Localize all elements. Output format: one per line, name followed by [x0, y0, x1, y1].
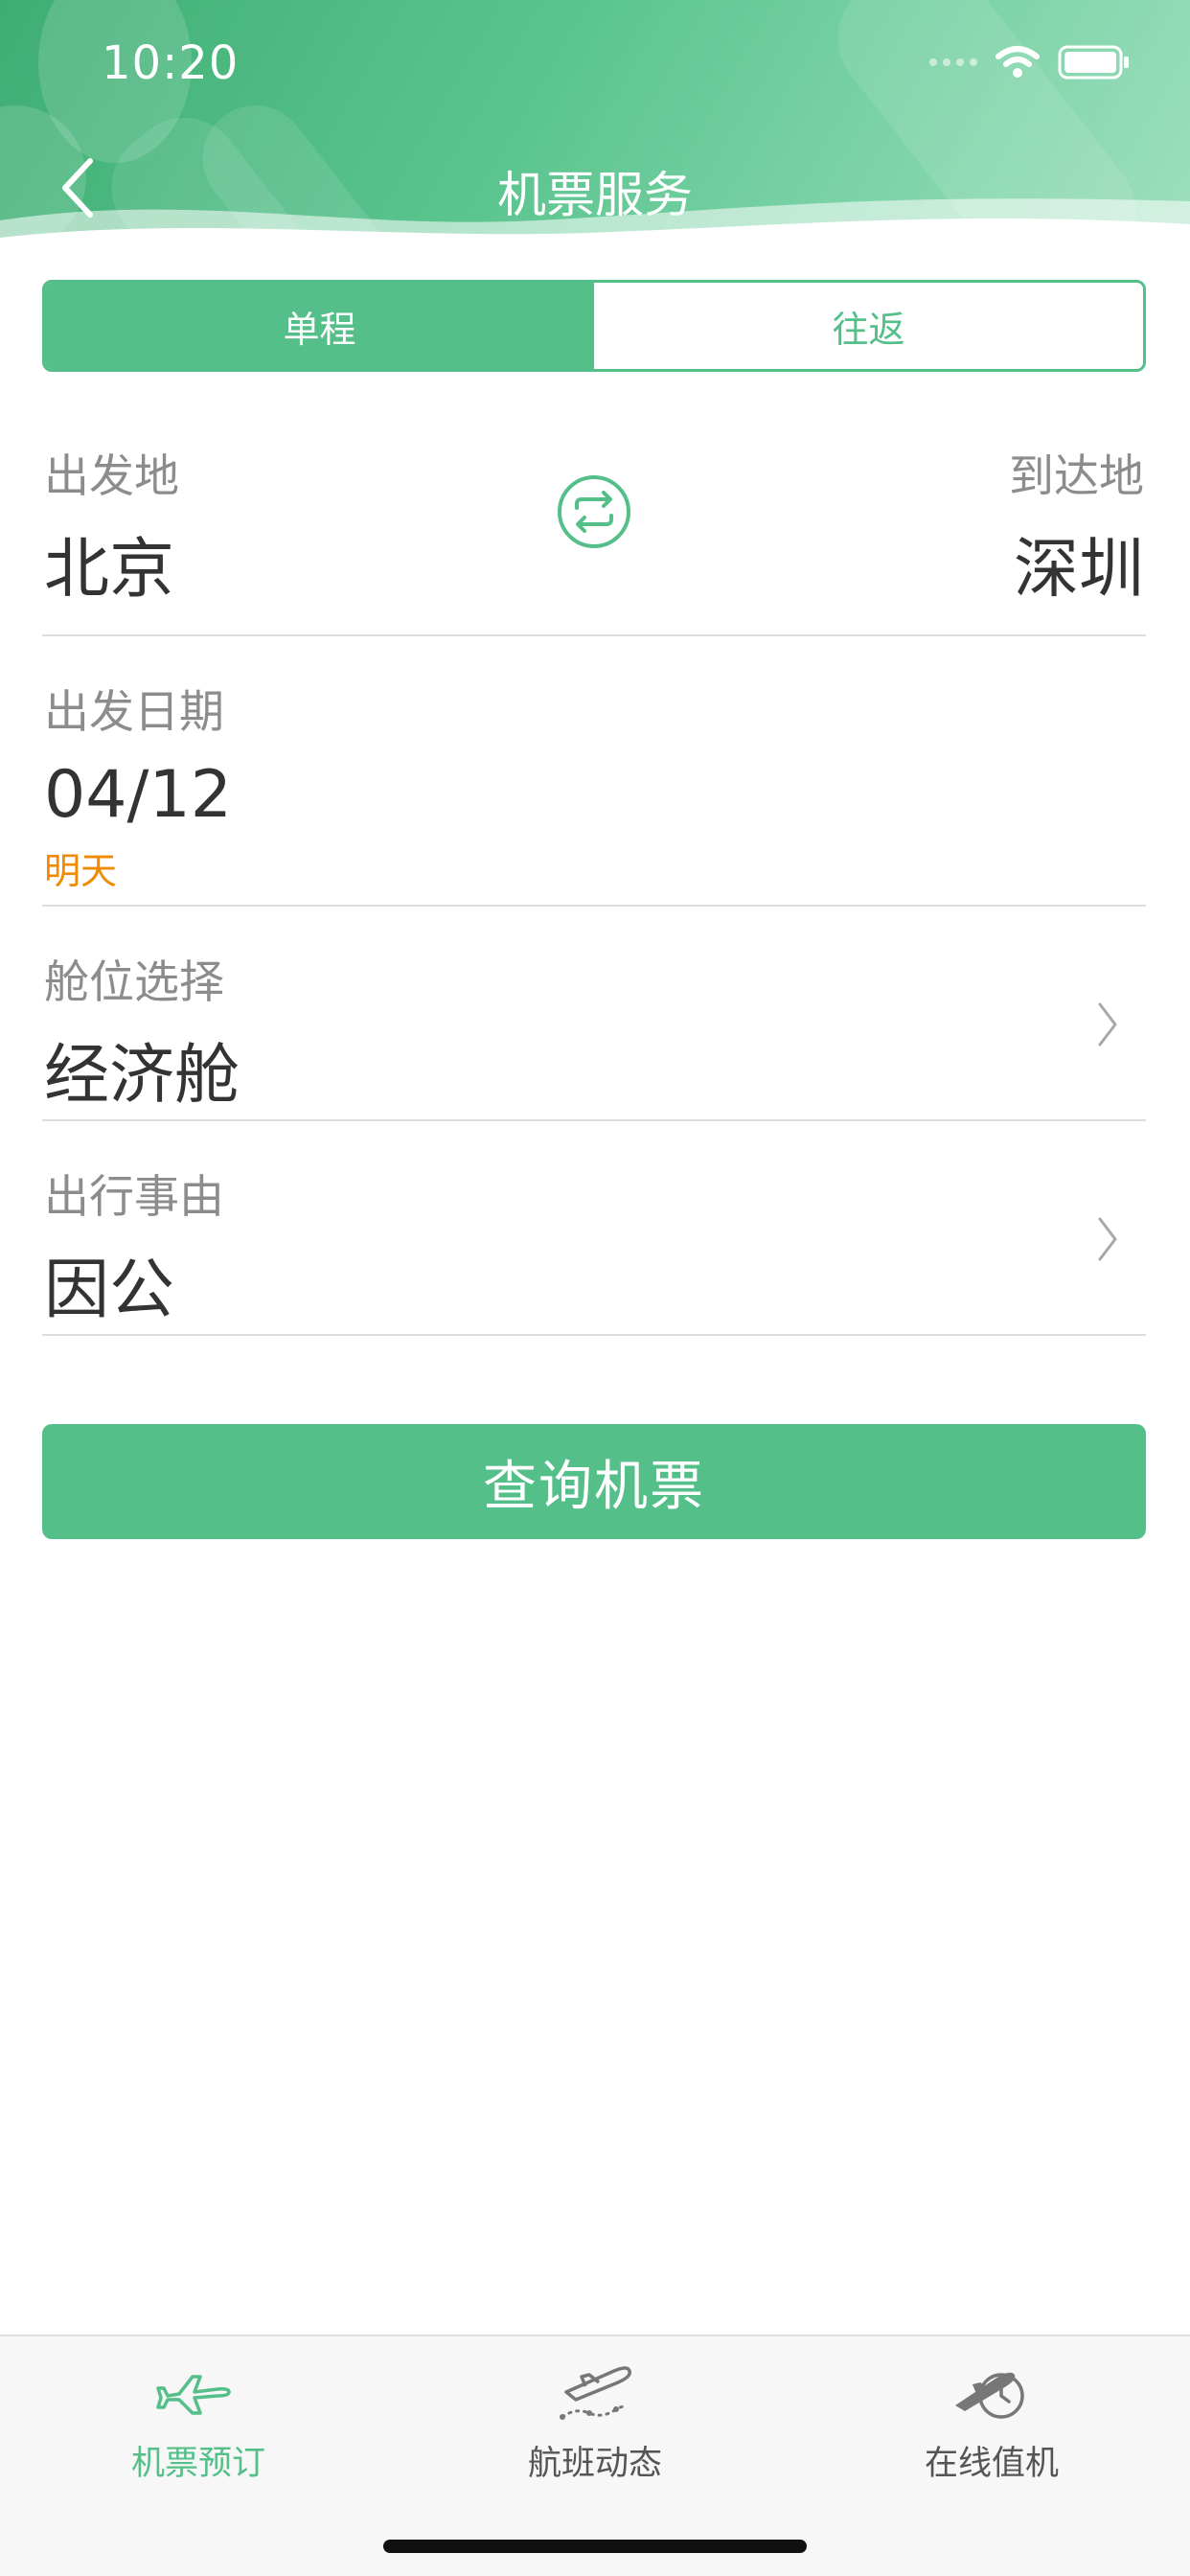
tab-label: 在线值机	[924, 2445, 1059, 2483]
departure-date-row[interactable]: 出发日期 04/12 明天	[42, 636, 1146, 907]
travel-reason-row[interactable]: 出行事由 因公	[42, 1121, 1146, 1336]
departure-date-value: 04/12	[44, 757, 232, 833]
tab-label: 机票预订	[130, 2445, 265, 2483]
trip-type-toggle: 单程 往返	[42, 280, 1146, 372]
status-icons	[929, 44, 1131, 80]
tab-flight-booking[interactable]: 机票预订	[0, 2336, 397, 2499]
travel-reason-label: 出行事由	[44, 1171, 224, 1224]
battery-icon	[1058, 45, 1129, 80]
status-time: 10:20	[102, 36, 240, 90]
origin-label: 出发地	[44, 450, 179, 503]
wifi-icon	[995, 46, 1040, 78]
chevron-right-icon	[1098, 1002, 1117, 1046]
destination-city[interactable]: 深圳	[1014, 516, 1144, 610]
checkin-clock-icon	[955, 2372, 1024, 2419]
header-wave	[0, 198, 1190, 259]
tab-online-checkin[interactable]: 在线值机	[793, 2336, 1190, 2499]
header: 10:20 机票服务	[0, 0, 1190, 259]
flight-takeoff-icon	[560, 2366, 631, 2420]
route-row: 出发地 北京 到达地 深圳	[42, 412, 1146, 636]
tab-one-way[interactable]: 单程	[45, 283, 594, 369]
departure-date-hint: 明天	[44, 850, 118, 892]
travel-reason-value: 因公	[44, 1253, 175, 1328]
search-flights-button[interactable]: 查询机票	[42, 1424, 1146, 1539]
destination-label: 到达地	[1009, 450, 1144, 503]
home-indicator	[383, 2540, 807, 2553]
departure-date-label: 出发日期	[44, 686, 224, 739]
airplane-icon	[156, 2375, 231, 2415]
tab-flight-status[interactable]: 航班动态	[397, 2336, 793, 2499]
tab-label: 航班动态	[527, 2445, 662, 2483]
swap-button[interactable]	[556, 473, 632, 550]
signal-icon	[929, 58, 977, 66]
chevron-right-icon	[1098, 1217, 1117, 1261]
cabin-value: 经济舱	[44, 1038, 240, 1114]
swap-icon	[558, 475, 630, 548]
origin-city[interactable]: 北京	[44, 516, 174, 610]
cabin-select-row[interactable]: 舱位选择 经济舱	[42, 907, 1146, 1121]
tab-round-trip[interactable]: 往返	[594, 283, 1143, 369]
cabin-label: 舱位选择	[44, 956, 224, 1009]
